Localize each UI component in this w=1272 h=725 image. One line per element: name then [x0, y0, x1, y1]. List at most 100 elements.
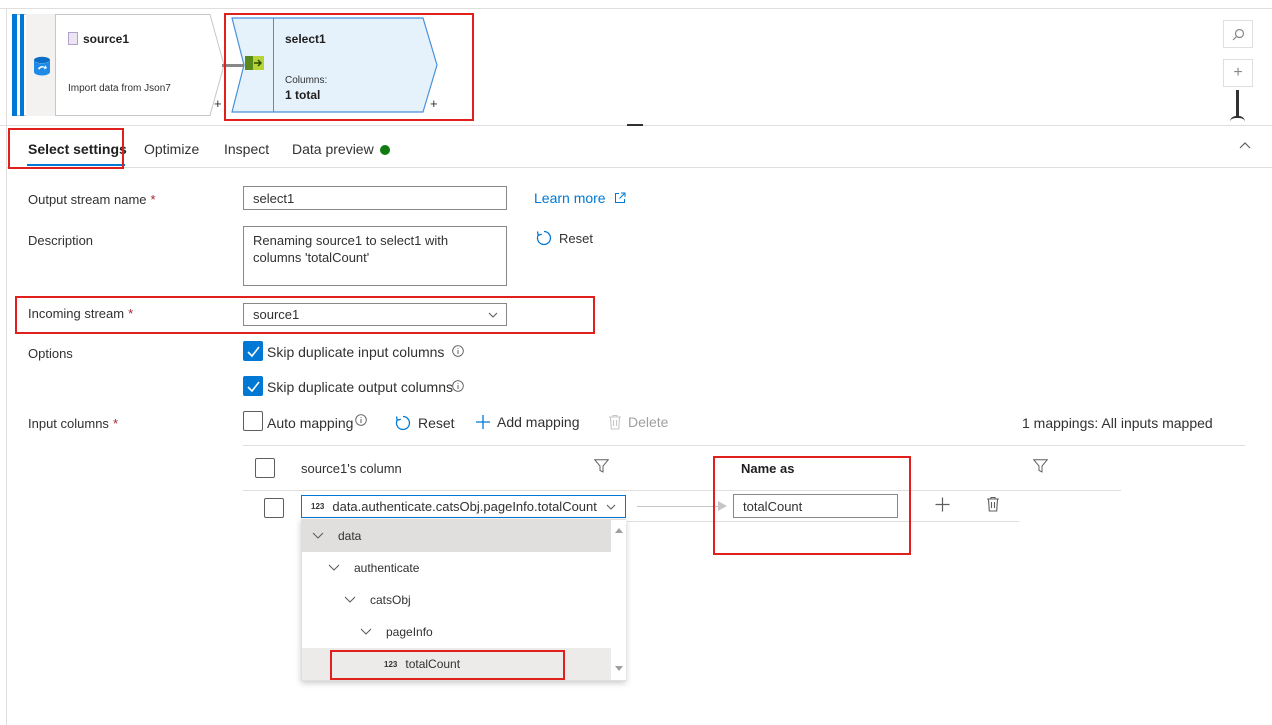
source-node-add-button[interactable]: +: [214, 96, 222, 111]
learn-more-link[interactable]: Learn more: [534, 190, 626, 206]
zoom-slider[interactable]: [1236, 90, 1239, 118]
chevron-up-icon[interactable]: [1239, 140, 1251, 152]
tab-data-preview-label: Data preview: [292, 141, 374, 157]
mapping-grid-row-border: [627, 521, 1019, 522]
dropdown-item-label: catsObj: [370, 593, 411, 607]
chevron-down-icon: [360, 628, 372, 635]
input-columns-text: Input columns: [28, 416, 109, 431]
info-icon[interactable]: [355, 414, 367, 426]
source-column-select[interactable]: 123 data.authenticate.catsObj.pageInfo.t…: [301, 495, 626, 518]
chevron-down-icon: [488, 312, 498, 318]
learn-more-text: Learn more: [534, 190, 606, 206]
panel-splitter-handle[interactable]: [627, 124, 643, 126]
mapping-status: 1 mappings: All inputs mapped: [1022, 415, 1213, 431]
scroll-up-arrow-icon[interactable]: [615, 528, 623, 533]
reset-icon: [395, 415, 411, 431]
add-mapping-button[interactable]: Add mapping: [475, 414, 580, 430]
dropdown-item-label: authenticate: [354, 561, 420, 575]
column-header-name-as: Name as: [741, 461, 795, 476]
canvas-search-button[interactable]: [1223, 20, 1253, 48]
chevron-down-icon: [328, 564, 340, 571]
reset-icon: [536, 230, 552, 246]
options-label: Options: [28, 346, 73, 361]
delete-mapping-button[interactable]: Delete: [608, 414, 668, 430]
panel-left-border: [6, 8, 7, 725]
dropdown-item-label: data: [338, 529, 362, 543]
dropdown-item-pageinfo[interactable]: pageInfo: [302, 616, 611, 648]
skip-duplicate-output-checkbox[interactable]: [243, 376, 263, 396]
tab-optimize[interactable]: Optimize: [144, 141, 199, 157]
select-node-columns-label: Columns:: [285, 75, 328, 86]
required-marker: *: [112, 416, 118, 431]
info-icon[interactable]: [452, 380, 464, 392]
database-icon: [34, 56, 50, 76]
filter-icon[interactable]: [1033, 459, 1048, 473]
status-ok-dot: [379, 145, 390, 155]
mapping-arrow-line: [637, 506, 721, 507]
chevron-down-icon: [344, 596, 356, 603]
reset-mapping-label: Reset: [418, 415, 455, 431]
dropdown-item-data[interactable]: data: [302, 520, 611, 552]
search-icon: [1232, 28, 1244, 40]
zoom-slider-base: [1230, 116, 1245, 122]
dropdown-item-catsobj[interactable]: catsObj: [302, 584, 611, 616]
select-all-rows-checkbox[interactable]: [255, 458, 275, 478]
source-node-accent-bar: [20, 14, 24, 116]
skip-duplicate-input-label: Skip duplicate input columns: [267, 344, 445, 360]
skip-duplicate-input-checkbox[interactable]: [243, 341, 263, 361]
plus-icon[interactable]: [935, 497, 950, 512]
dropdown-item-totalcount[interactable]: 123 totalCount: [302, 648, 611, 680]
trash-icon[interactable]: [986, 496, 1000, 512]
json-file-icon: [68, 32, 78, 45]
select-transform-icon: [245, 56, 264, 70]
filter-icon[interactable]: [594, 459, 609, 473]
row-select-checkbox[interactable]: [264, 498, 284, 518]
settings-tab-bar: Select settings Optimize Inspect Data pr…: [7, 128, 1272, 168]
info-icon[interactable]: [452, 345, 464, 357]
checkmark-icon: [247, 346, 260, 358]
source-node[interactable]: source1 Import data from Json7 +: [12, 14, 227, 116]
select-node-add-button[interactable]: +: [430, 96, 438, 111]
zoom-in-button[interactable]: +: [1223, 59, 1253, 87]
scroll-down-arrow-icon[interactable]: [615, 666, 623, 671]
output-stream-name-text: Output stream name: [28, 192, 147, 207]
source-column-value: data.authenticate.catsObj.pageInfo.total…: [332, 499, 597, 514]
required-marker: *: [128, 306, 134, 321]
tab-data-preview[interactable]: Data preview: [292, 141, 390, 157]
external-link-icon: [615, 192, 626, 203]
incoming-stream-label: Incoming stream *: [28, 306, 133, 321]
source-column-dropdown[interactable]: data authenticate catsObj pageInfo 123 t…: [301, 519, 626, 681]
tab-inspect[interactable]: Inspect: [224, 141, 269, 157]
active-tab-indicator: [27, 164, 125, 166]
reset-label: Reset: [559, 230, 593, 246]
reset-description-button[interactable]: Reset: [535, 229, 593, 247]
auto-mapping-checkbox[interactable]: [243, 411, 263, 431]
source-node-title: source1: [83, 32, 130, 46]
dropdown-item-label: pageInfo: [386, 625, 433, 639]
incoming-stream-select[interactable]: source1: [243, 303, 507, 326]
add-mapping-label: Add mapping: [497, 414, 580, 430]
source-node-icon-column: [26, 14, 56, 116]
mapping-grid-top-border: [243, 445, 1245, 446]
required-marker: *: [150, 192, 156, 207]
chevron-down-icon: [606, 504, 616, 510]
dropdown-item-authenticate[interactable]: authenticate: [302, 552, 611, 584]
incoming-stream-value: source1: [253, 307, 300, 322]
canvas-top-border: [0, 8, 1272, 9]
data-flow-canvas[interactable]: source1 Import data from Json7 + select1…: [0, 0, 1272, 126]
description-label: Description: [28, 233, 94, 248]
delete-mapping-label: Delete: [628, 414, 669, 430]
name-as-input[interactable]: totalCount: [733, 494, 898, 518]
number-type-icon: 123: [384, 659, 398, 669]
select-node[interactable]: select1 Columns: 1 total +: [224, 14, 474, 116]
dropdown-scrollbar[interactable]: [611, 520, 626, 680]
output-stream-name-input[interactable]: select1: [243, 186, 507, 210]
tab-select-settings[interactable]: Select settings: [28, 141, 127, 157]
output-stream-name-label: Output stream name *: [28, 192, 156, 207]
dropdown-item-label: totalCount: [405, 657, 461, 671]
description-input[interactable]: Renaming source1 to select1 with columns…: [243, 226, 507, 286]
reset-mapping-button[interactable]: Reset: [394, 414, 455, 432]
column-header-source: source1's column: [301, 461, 402, 476]
skip-duplicate-output-label: Skip duplicate output columns: [267, 379, 453, 395]
auto-mapping-label: Auto mapping: [267, 415, 354, 431]
